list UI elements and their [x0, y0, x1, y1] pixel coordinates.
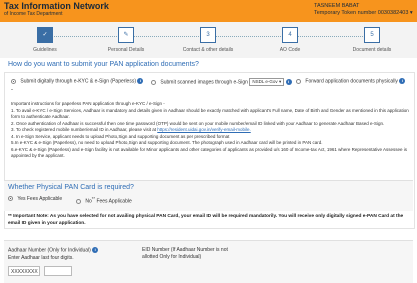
separator: - — [11, 87, 13, 93]
option-ekyc-esign[interactable]: Submit digitally through e-KYC & e-Sign … — [11, 78, 144, 85]
info-icon[interactable]: i — [137, 78, 144, 84]
user-name: TASNEEM BABAT — [314, 3, 360, 9]
physical-pan-section: Whether Physical PAN Card is required? Y… — [4, 180, 413, 211]
token-info[interactable]: Temporary Token number 0030382403 ▾ — [314, 10, 413, 17]
radio-ekyc-esign[interactable] — [11, 78, 16, 84]
step-label: Document details — [352, 47, 392, 53]
instruction-1: 1. To avail e-KYC / e-Sign Services, Aad… — [11, 107, 409, 120]
info-icon[interactable]: i — [92, 247, 99, 253]
instruction-6: 6.e-KYC & e-Sign (Paperless) and e-Sign … — [11, 146, 407, 159]
step-personal-details[interactable]: ✎ Personal Details — [91, 27, 161, 53]
radio-scanned-esign[interactable] — [151, 79, 156, 85]
uidai-verify-link[interactable]: https://resident.uidai.gov.in/verify-ema… — [157, 127, 250, 132]
aadhaar-sub-label: Enter Aadhaar last four digits. — [8, 255, 74, 261]
step-number: 3 — [200, 27, 216, 43]
option-ekyc-label: Submit digitally through e-KYC & e-Sign … — [20, 78, 136, 85]
brand-subtitle: of Income Tax Department — [4, 11, 63, 17]
step-label: Personal Details — [107, 47, 145, 53]
site-header: Tax Information Network of Income Tax De… — [0, 0, 417, 22]
instruction-3-text: 3. To check registered mobile number/ema… — [11, 127, 156, 132]
token-label: Temporary Token number — [314, 10, 377, 16]
aadhaar-section: Aadhaar Number (Only for Individual) i E… — [4, 240, 413, 283]
option-scanned-label: Submit scanned images through e-Sign — [160, 79, 248, 86]
brand-logo-text: Tax Information Network of Income Tax De… — [4, 1, 109, 18]
yes-label: Yes — [17, 196, 26, 202]
info-icon[interactable]: i — [285, 79, 292, 85]
step-document-details[interactable]: 5 Document details — [337, 27, 407, 53]
instructions-block: Important instructions for paperless PAN… — [11, 101, 409, 160]
step-number: 5 — [364, 27, 380, 43]
info-icon[interactable]: i — [399, 78, 406, 84]
physical-pan-yes[interactable]: Yes Fees Applicable — [8, 196, 62, 202]
yes-fee-note: Fees Applicable — [26, 196, 63, 202]
step-number: 4 — [282, 27, 298, 43]
step-label: AO Code — [279, 47, 301, 53]
option-physical-label: Forward application documents physically — [305, 78, 398, 85]
token-number: 0030382403 — [377, 10, 409, 16]
important-note: ** Important Note: As you have selected … — [8, 214, 404, 226]
progress-steps: ✓ Guidelines ✎ Personal Details 3 Contac… — [0, 22, 417, 58]
radio-physical-yes[interactable] — [8, 196, 13, 202]
esign-provider-value: NSDL e-Gov — [252, 79, 278, 84]
aadhaar-label: Aadhaar Number (Only for Individual) — [8, 247, 91, 254]
step-guidelines[interactable]: ✓ Guidelines — [10, 27, 80, 53]
physical-pan-question: Whether Physical PAN Card is required? — [8, 184, 134, 191]
step-label: Guidelines — [33, 47, 57, 53]
brand-title: Tax Information Network — [4, 1, 109, 11]
aadhaar-label-row: Aadhaar Number (Only for Individual) i — [8, 247, 99, 254]
no-fee-note: Fees Applicable — [96, 198, 132, 205]
step-label: Contact & other details — [182, 47, 234, 53]
radio-physical-no[interactable] — [76, 198, 81, 204]
check-icon: ✓ — [37, 27, 53, 43]
user-info: TASNEEM BABAT Temporary Token number 003… — [314, 3, 413, 17]
aadhaar-last4-input[interactable] — [44, 266, 72, 276]
submission-question: How do you want to submit your PAN appli… — [8, 61, 199, 68]
physical-pan-no[interactable]: No** Fees Applicable — [76, 196, 132, 205]
option-physical-forward[interactable]: Forward application documents physically… — [296, 78, 406, 85]
step-contact-details[interactable]: 3 Contact & other details — [173, 27, 243, 53]
step-ao-code[interactable]: 4 AO Code — [255, 27, 325, 53]
radio-physical-forward[interactable] — [296, 78, 301, 84]
eid-label: EID Number (If Aadhaar Number is not all… — [142, 247, 228, 260]
aadhaar-masked-field: XXXXXXXX — [8, 266, 40, 276]
pencil-icon: ✎ — [118, 27, 134, 43]
esign-provider-select[interactable]: NSDL e-Gov ▾ — [249, 78, 285, 86]
chevron-down-icon[interactable]: ▾ — [410, 10, 413, 16]
option-scanned-esign[interactable]: Submit scanned images through e-Sign NSD… — [151, 78, 292, 86]
